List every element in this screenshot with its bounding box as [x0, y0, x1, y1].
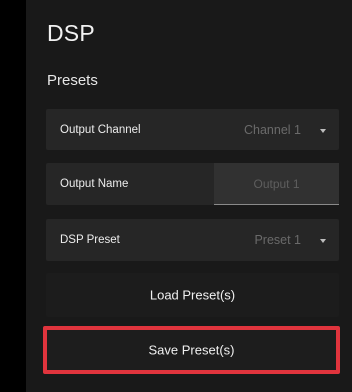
page-title: DSP	[47, 20, 95, 46]
dsp-preset-value: Preset 1	[254, 233, 301, 247]
chevron-down-icon	[320, 128, 326, 133]
output-name-input[interactable]: Output 1	[214, 163, 339, 205]
output-channel-label: Output Channel	[60, 123, 141, 136]
output-channel-select[interactable]: Output Channel Channel 1	[46, 109, 339, 150]
dsp-preset-label: DSP Preset	[60, 234, 120, 246]
chevron-down-icon	[320, 239, 326, 243]
output-name-placeholder: Output 1	[253, 176, 300, 191]
save-presets-label: Save Preset(s)	[148, 342, 235, 358]
section-heading-presets: Presets	[47, 72, 98, 89]
dsp-preset-select[interactable]: DSP Preset Preset 1	[46, 219, 339, 261]
save-presets-button[interactable]: Save Preset(s)	[43, 326, 340, 374]
output-name-row: Output Name Output 1	[46, 163, 339, 205]
output-channel-value: Channel 1	[244, 122, 301, 137]
load-presets-label: Load Preset(s)	[149, 287, 236, 303]
dsp-panel: DSP Presets Output Channel Channel 1 Out…	[26, 0, 352, 392]
output-name-label: Output Name	[60, 178, 129, 190]
load-presets-button[interactable]: Load Preset(s)	[46, 273, 339, 317]
